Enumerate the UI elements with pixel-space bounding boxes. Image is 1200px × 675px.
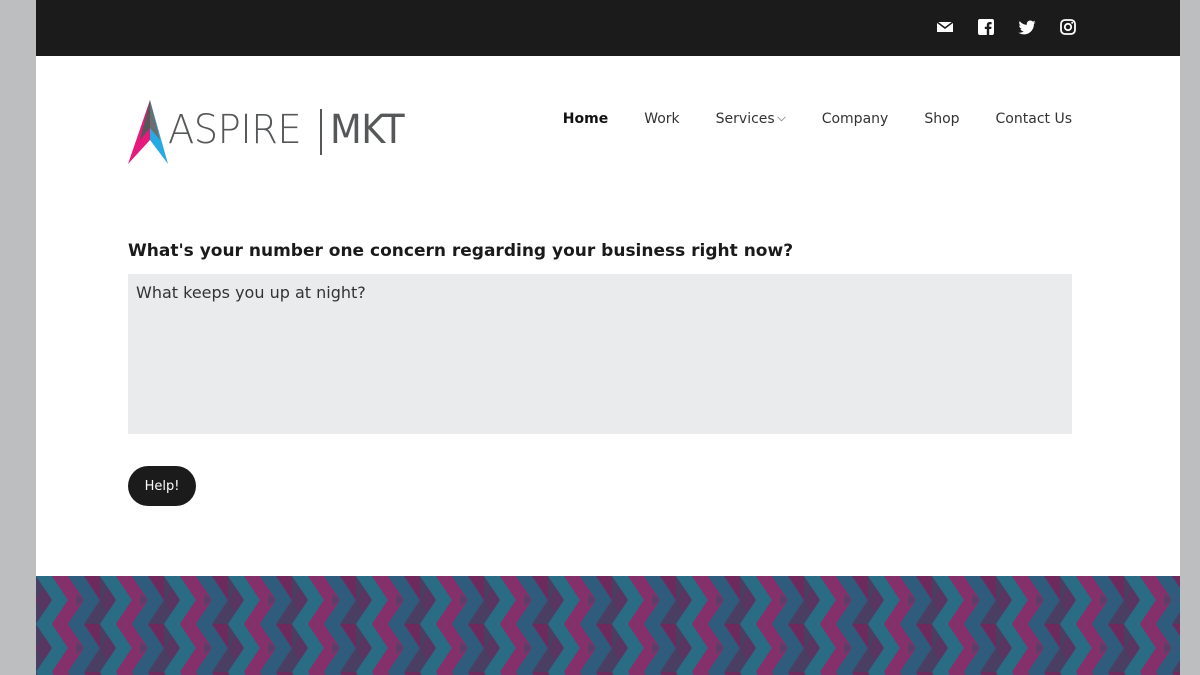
page: ASPIRE MKT Home Work Services Company Sh… xyxy=(36,0,1180,675)
concern-textarea[interactable] xyxy=(128,274,1072,434)
facebook-icon[interactable] xyxy=(976,17,996,37)
nav-item-contact-us[interactable]: Contact Us xyxy=(996,111,1072,127)
main-nav: Home Work Services Company Shop Contact … xyxy=(563,111,1072,127)
aspire-triangle-logo-icon xyxy=(128,100,168,164)
nav-item-home[interactable]: Home xyxy=(563,111,608,127)
nav-item-shop[interactable]: Shop xyxy=(924,111,959,127)
chevron-down-icon xyxy=(776,116,786,122)
site-header: ASPIRE MKT Home Work Services Company Sh… xyxy=(36,56,1180,186)
instagram-icon[interactable] xyxy=(1058,17,1078,37)
logo-word-aspire: ASPIRE xyxy=(168,107,302,153)
social-links xyxy=(935,17,1078,37)
nav-item-services-label: Services xyxy=(715,111,775,127)
help-submit-button[interactable]: Help! xyxy=(128,466,196,506)
nav-item-work[interactable]: Work xyxy=(644,111,679,127)
concern-question-label: What's your number one concern regarding… xyxy=(128,241,794,261)
envelope-icon[interactable] xyxy=(935,17,955,37)
logo-word-mkt: MKT xyxy=(330,107,405,153)
logo-divider xyxy=(320,109,322,155)
twitter-icon[interactable] xyxy=(1017,17,1037,37)
nav-item-company[interactable]: Company xyxy=(822,111,889,127)
top-bar xyxy=(36,0,1180,56)
brand-logo[interactable]: ASPIRE MKT xyxy=(128,100,430,164)
footer-pattern-banner xyxy=(36,576,1180,675)
nav-item-services[interactable]: Services xyxy=(716,111,786,127)
